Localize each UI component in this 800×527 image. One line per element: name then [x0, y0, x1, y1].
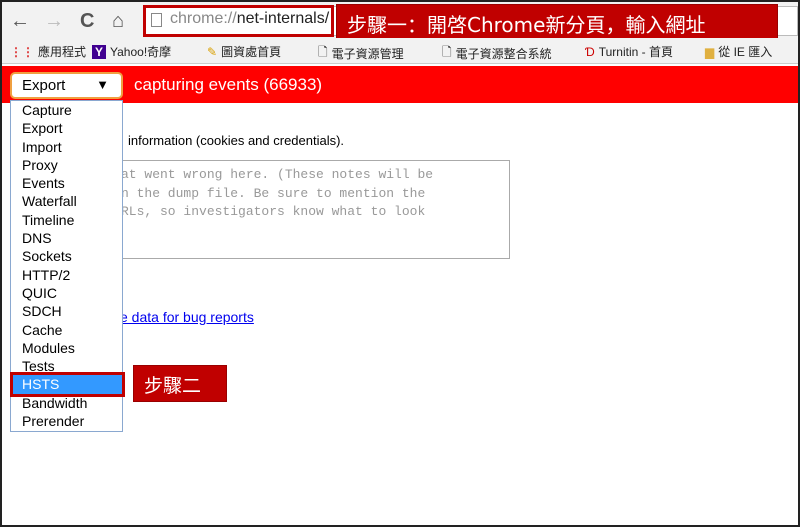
bookmark-eresources[interactable]: 🗋 電子資源管理: [318, 43, 404, 64]
capture-status: capturing events (66933): [134, 75, 323, 94]
bug-report-link[interactable]: e data for bug reports: [120, 309, 254, 325]
yahoo-icon: Y: [92, 44, 107, 59]
hsts-highlight: [10, 372, 125, 397]
url-highlight: [143, 5, 334, 37]
tab-select[interactable]: Export ▼: [10, 72, 123, 99]
reload-button[interactable]: C: [80, 10, 94, 33]
apps-icon: ⋮⋮: [10, 44, 34, 59]
menu-item-export[interactable]: Export: [11, 119, 122, 137]
bookmark-apps[interactable]: ⋮⋮ 應用程式: [10, 43, 86, 60]
page-icon: 🗋: [318, 45, 328, 59]
forward-button[interactable]: →: [44, 10, 64, 33]
bookmark-label: 電子資源整合系統: [455, 47, 552, 61]
bookmark-label: 應用程式: [38, 45, 87, 59]
menu-item-capture[interactable]: Capture: [11, 101, 122, 119]
bookmark-label: 電子資源管理: [331, 47, 404, 61]
bookmark-ie-import[interactable]: ▆ 從 IE 匯入: [705, 43, 772, 60]
bookmarks-bar: ⋮⋮ 應用程式 Y Yahoo!奇摩 ✎ 圖資處首頁 🗋 電子資源管理 🗋 電子資源整合系…: [2, 38, 798, 64]
notes-textarea[interactable]: at went wrong here. (These notes will be…: [120, 160, 510, 259]
bookmark-label: 從 IE 匯入: [718, 45, 773, 59]
select-value: Export: [22, 77, 66, 94]
bookmark-label: Turnitin - 首頁: [598, 45, 673, 59]
menu-item-cache[interactable]: Cache: [11, 321, 122, 339]
menu-item-http2[interactable]: HTTP/2: [11, 266, 122, 284]
menu-item-import[interactable]: Import: [11, 138, 122, 156]
bookmark-library[interactable]: ✎ 圖資處首頁: [207, 43, 281, 60]
privacy-info-text: information (cookies and credentials).: [128, 133, 345, 148]
menu-item-modules[interactable]: Modules: [11, 339, 122, 357]
turnitin-icon: Ɗ: [585, 44, 595, 59]
menu-item-waterfall[interactable]: Waterfall: [11, 192, 122, 210]
menu-item-sdch[interactable]: SDCH: [11, 302, 122, 320]
bookmark-label: 圖資處首頁: [221, 45, 282, 59]
page-icon: 🗋: [442, 45, 452, 59]
bookmark-integration[interactable]: 🗋 電子資源整合系統: [442, 43, 552, 64]
step1-callout: 步驟一：開啓Chrome新分頁，輸入網址: [336, 4, 778, 40]
note-icon: ✎: [207, 44, 218, 59]
bookmark-turnitin[interactable]: Ɗ Turnitin - 首頁: [585, 43, 673, 60]
menu-item-proxy[interactable]: Proxy: [11, 156, 122, 174]
back-button[interactable]: ←: [10, 10, 30, 33]
menu-item-events[interactable]: Events: [11, 174, 122, 192]
home-button[interactable]: ⌂: [112, 10, 124, 33]
menu-item-sockets[interactable]: Sockets: [11, 247, 122, 265]
menu-item-timeline[interactable]: Timeline: [11, 211, 122, 229]
menu-item-dns[interactable]: DNS: [11, 229, 122, 247]
folder-icon: ▆: [705, 44, 715, 59]
menu-item-prerender[interactable]: Prerender: [11, 412, 122, 430]
menu-item-quic[interactable]: QUIC: [11, 284, 122, 302]
bookmark-label: Yahoo!奇摩: [110, 45, 172, 59]
step2-callout: 步驟二: [133, 365, 227, 402]
dropdown-arrow-icon: ▼: [96, 77, 109, 92]
bookmark-yahoo[interactable]: Y Yahoo!奇摩: [92, 43, 171, 60]
